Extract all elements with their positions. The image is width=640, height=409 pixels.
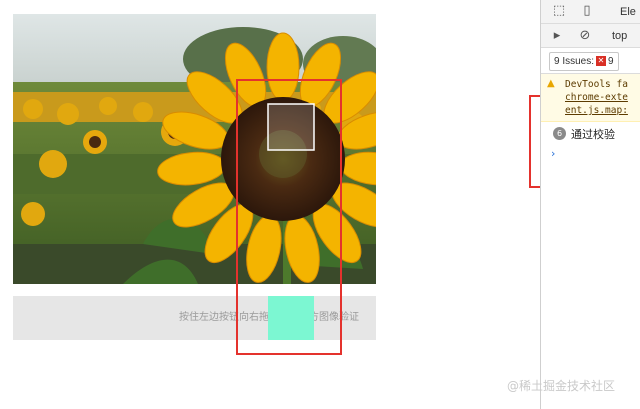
warning-source-link[interactable]: chrome-exte [565, 91, 628, 104]
slider-track: 按住左边按钮向右拖动完成上方图像验证 [13, 296, 376, 340]
context-selector[interactable]: top [612, 24, 627, 47]
captcha-image [13, 14, 376, 284]
warning-source-link-cont[interactable]: ent.js.map: [565, 104, 628, 117]
sidebar-toggle-icon[interactable]: ▸ [549, 28, 565, 44]
clear-console-icon[interactable]: ⊘ [577, 28, 593, 44]
console-prompt[interactable]: › [551, 147, 555, 160]
error-icon: ✕ [596, 55, 607, 66]
puzzle-target-slot [267, 103, 315, 151]
issues-bar: 9 Issues: ✕ 9 [541, 48, 640, 74]
repeat-count-badge: 6 [553, 127, 566, 140]
devtools-panel: ⬚ ▯ Ele ▸ ⊘ top 9 Issues: ✕ 9 ▲ DevTools f… [540, 0, 640, 409]
warning-icon: ▲ [547, 78, 555, 89]
device-toggle-icon[interactable]: ▯ [579, 3, 595, 19]
watermark: @稀土掘金技术社区 [507, 379, 616, 393]
console-toolbar: ▸ ⊘ top [541, 24, 640, 48]
issues-button[interactable]: 9 Issues: ✕ 9 [549, 52, 619, 71]
sunflower-photo [13, 14, 376, 284]
issues-count: 9 [608, 56, 614, 67]
log-message: 通过校验 [571, 128, 615, 141]
devtools-toolbar: ⬚ ▯ Ele [541, 0, 640, 24]
cursor-icon[interactable]: ⬚ [551, 3, 567, 19]
issues-label: 9 Issues: [554, 56, 595, 67]
warning-text: DevTools fa [565, 79, 628, 90]
slider-thumb[interactable] [268, 296, 314, 340]
console-log-entry: 6 通过校验 [541, 124, 640, 144]
tab-elements[interactable]: Ele [620, 0, 636, 23]
console-warning: ▲ DevTools fa chrome-exte ent.js.map: [541, 74, 640, 122]
